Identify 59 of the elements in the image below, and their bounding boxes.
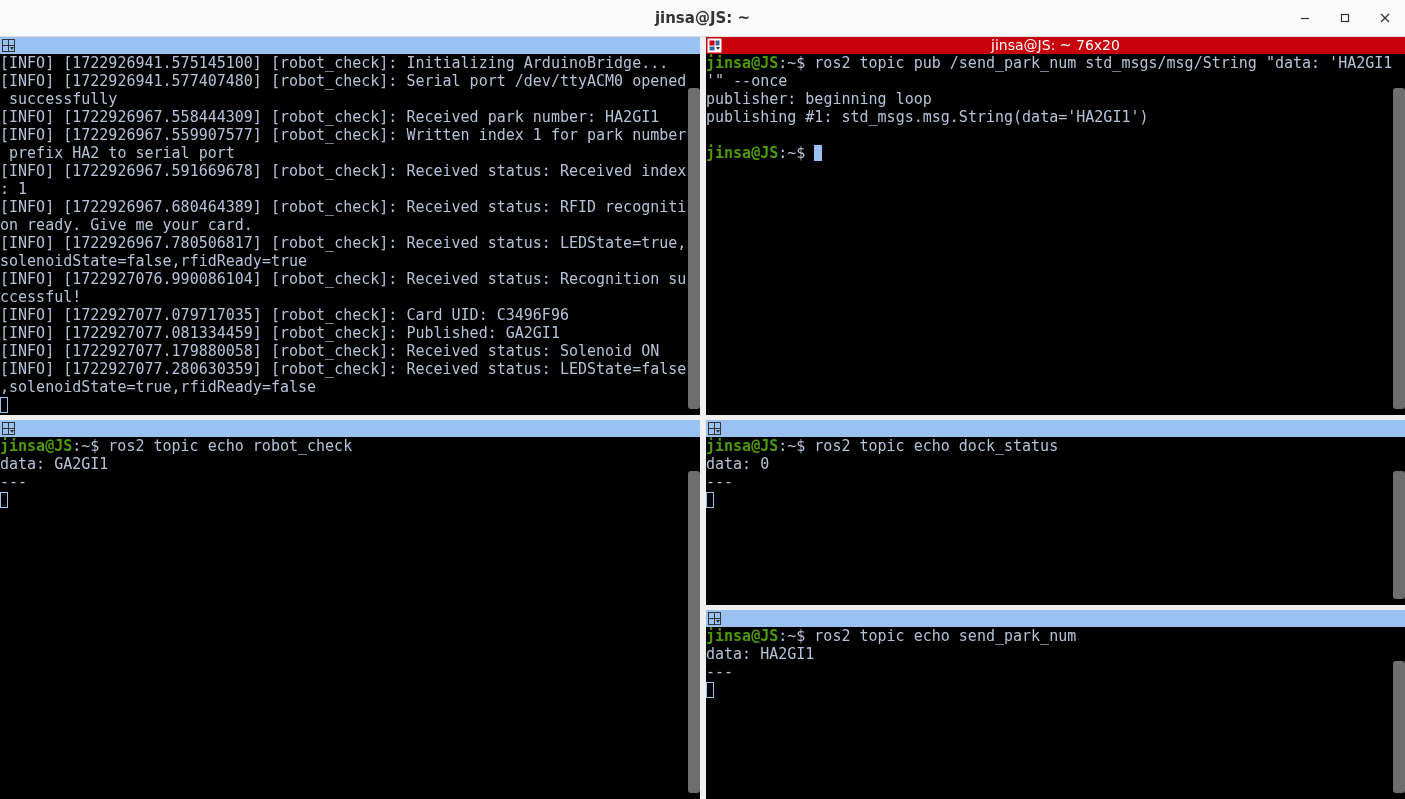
output-line: [INFO] [1722927076.990086104] [robot_check]: Received status: Recognition su [0, 270, 687, 288]
prompt-path: :~$ [778, 627, 806, 645]
prompt-user: jinsa@JS [0, 437, 73, 455]
output-line: ,solenoidState=true,rfidReady=false [0, 378, 317, 396]
layout-menu-icon[interactable] [707, 421, 722, 436]
scrollbar-thumb[interactable] [688, 471, 700, 793]
output-line: publishing #1: std_msgs.msg.String(data='HA2GI1') [706, 108, 1149, 126]
output-line: [INFO] [1722927077.081334459] [robot_check]: Published: GA2GI1 [0, 324, 560, 342]
prompt-path: :~$ [778, 54, 806, 72]
scrollbar-thumb[interactable] [1393, 661, 1405, 793]
layout-menu-icon[interactable] [1, 38, 16, 53]
close-icon [1379, 12, 1391, 24]
output-line: on ready. Give me your card. [0, 216, 253, 234]
output-line: successfully [8, 90, 118, 108]
output-line: data: 0 [706, 455, 770, 473]
output-line: [INFO] [1722926941.577407480] [robot_check]: Serial port /dev/ttyACM0 opened [0, 72, 687, 90]
output-line: [INFO] [1722926967.680464389] [robot_check]: Received status: RFID recogniti [0, 198, 687, 216]
output-line: [INFO] [1722927077.179880058] [robot_check]: Received status: Solenoid ON [0, 342, 660, 360]
text-cursor [0, 492, 8, 508]
prompt-path: :~$ [72, 437, 100, 455]
prompt-user: jinsa@JS [706, 54, 779, 72]
output-line: [INFO] [1722926941.575145100] [robot_check]: Initializing ArduinoBridge... [0, 54, 669, 72]
output-line: [INFO] [1722927077.079717035] [robot_check]: Card UID: C3496F96 [0, 306, 569, 324]
scrollbar-thumb[interactable] [1393, 88, 1405, 409]
command-text: ros2 topic echo send_park_num [814, 627, 1077, 645]
output-line: --- [706, 663, 734, 681]
prompt-user: jinsa@JS [706, 437, 779, 455]
output-line: : 1 [0, 180, 28, 198]
output-line: [INFO] [1722927077.280630359] [robot_check]: Received status: LEDState=false [0, 360, 687, 378]
layout-menu-icon[interactable] [707, 611, 722, 626]
output-line: data: HA2GI1 [706, 645, 815, 663]
text-cursor [706, 682, 714, 698]
maximize-icon [1339, 12, 1351, 24]
prompt-path: :~$ [778, 144, 806, 162]
output-line: [INFO] [1722926967.559907577] [robot_check]: Written index 1 for park number [0, 126, 687, 144]
output-line: '" --once [706, 72, 788, 90]
command-text: ros2 topic pub /send_park_num std_msgs/msg/String "data: 'HA2GI1 [814, 54, 1393, 72]
scrollbar-thumb[interactable] [1393, 471, 1405, 599]
prompt-user: jinsa@JS [706, 144, 779, 162]
layout-menu-icon[interactable] [1, 421, 16, 436]
text-cursor [706, 492, 714, 508]
output-line: prefix HA2 to serial port [8, 144, 235, 162]
command-text: ros2 topic echo dock_status [814, 437, 1059, 455]
output-line: [INFO] [1722926967.591669678] [robot_check]: Received status: Received index [0, 162, 687, 180]
output-line: solenoidState=false,rfidReady=true [0, 252, 308, 270]
pane-title: jinsa@JS: ~ 76x20 [991, 37, 1120, 54]
output-line: publisher: beginning loop [706, 90, 932, 108]
output-line: [INFO] [1722926967.780506817] [robot_check]: Received status: LEDState=true, [0, 234, 687, 252]
scrollbar-thumb[interactable] [688, 88, 700, 409]
output-line: [INFO] [1722926967.558444309] [robot_check]: Received park number: HA2GI1 [0, 108, 660, 126]
window-title: jinsa@JS: ~ [654, 9, 751, 27]
text-cursor [0, 397, 8, 413]
prompt-user: jinsa@JS [706, 627, 779, 645]
command-text: ros2 topic echo robot_check [108, 437, 353, 455]
prompt-path: :~$ [778, 437, 806, 455]
output-line: ccessful! [0, 288, 82, 306]
output-line: --- [0, 473, 28, 491]
output-line: data: GA2GI1 [0, 455, 109, 473]
output-line: --- [706, 473, 734, 491]
